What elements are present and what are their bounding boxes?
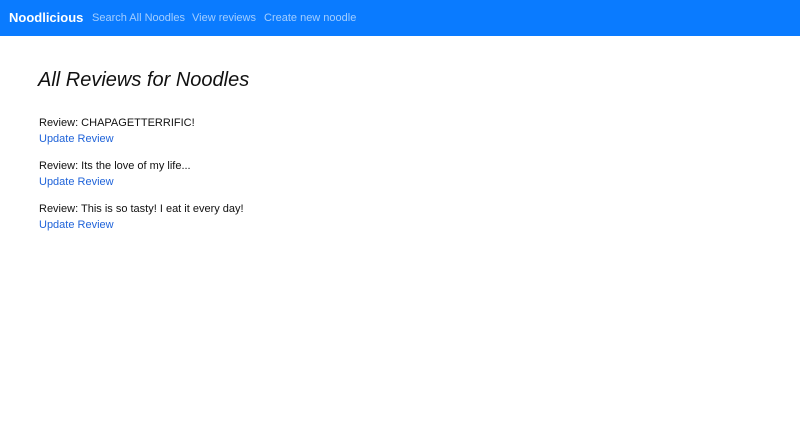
update-review-link[interactable]: Update Review bbox=[39, 175, 191, 189]
review-text: Review: This is so tasty! I eat it every… bbox=[39, 203, 244, 215]
nav-link-create-new-noodle[interactable]: Create new noodle bbox=[264, 12, 356, 24]
review-text: Review: Its the love of my life... bbox=[39, 160, 191, 172]
nav-link-view-reviews[interactable]: View reviews bbox=[192, 12, 256, 24]
page-title: All Reviews for Noodles bbox=[38, 69, 250, 91]
brand-link[interactable]: Noodlicious bbox=[9, 10, 83, 25]
update-review-link[interactable]: Update Review bbox=[39, 218, 244, 232]
top-navbar: Noodlicious Search All Noodles View revi… bbox=[0, 0, 800, 36]
nav-link-search-all-noodles[interactable]: Search All Noodles bbox=[92, 12, 185, 24]
review-item: Review: Its the love of my life... Updat… bbox=[39, 159, 191, 189]
review-item: Review: This is so tasty! I eat it every… bbox=[39, 202, 244, 232]
update-review-link[interactable]: Update Review bbox=[39, 132, 195, 146]
review-text: Review: CHAPAGETTERRIFIC! bbox=[39, 117, 195, 129]
review-item: Review: CHAPAGETTERRIFIC! Update Review bbox=[39, 116, 195, 146]
